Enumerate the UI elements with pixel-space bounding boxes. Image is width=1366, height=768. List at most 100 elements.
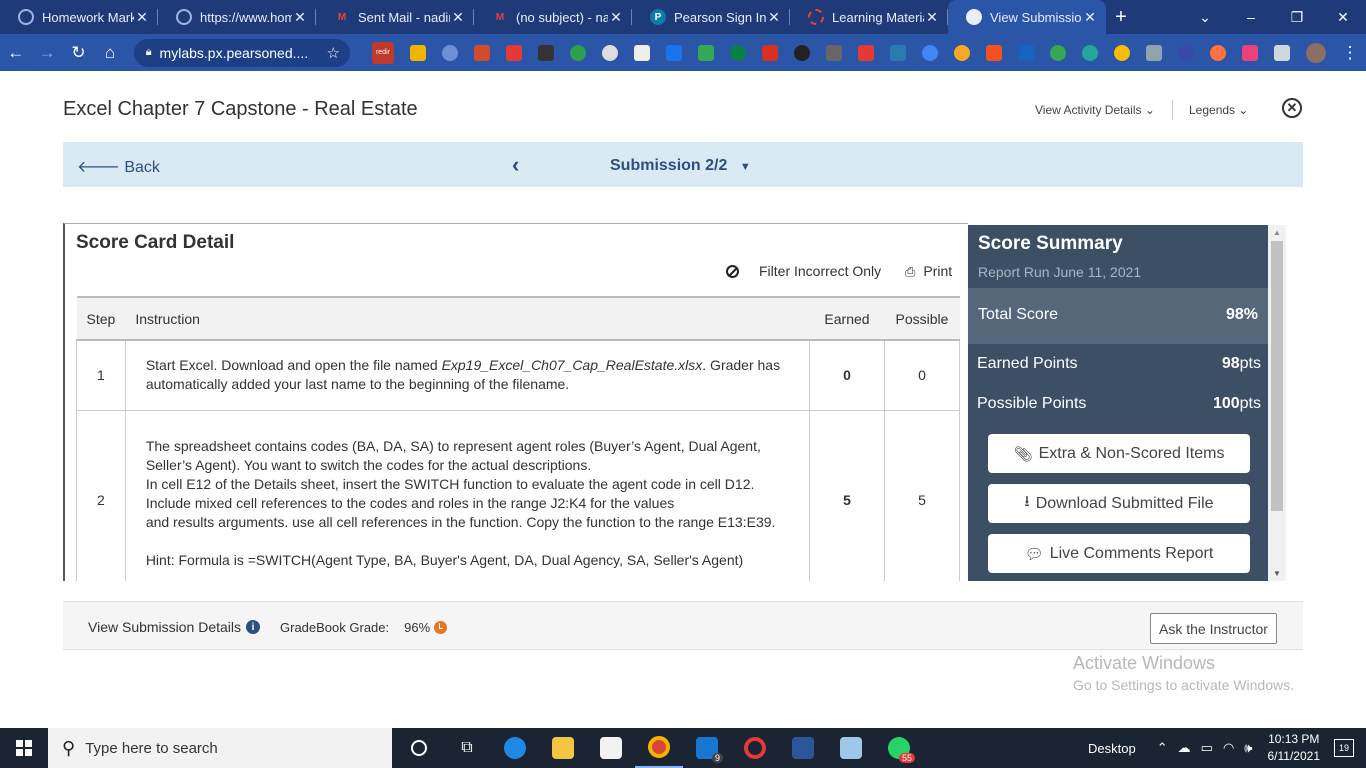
close-icon[interactable]: ✕	[292, 9, 308, 26]
close-icon[interactable]: ✕	[450, 9, 466, 26]
system-clock[interactable]: 10:13 PM 6/11/2021	[1268, 731, 1321, 765]
tab-learning-material[interactable]: Learning Material ✕	[790, 0, 948, 34]
mail-icon[interactable]: 9	[683, 728, 731, 768]
avatar[interactable]	[1305, 42, 1326, 63]
notification-center-icon[interactable]: 19	[1334, 739, 1354, 757]
extension-icon[interactable]	[473, 44, 490, 61]
extension-icon[interactable]	[1049, 44, 1066, 61]
total-score-label: Total Score	[978, 306, 1059, 323]
puzzle-icon[interactable]	[1273, 44, 1290, 61]
minimize-icon[interactable]: –	[1228, 9, 1274, 25]
menu-dots-icon[interactable]: ⋮	[1334, 43, 1366, 63]
extension-icon[interactable]	[1145, 44, 1162, 61]
close-icon[interactable]: ✕	[766, 9, 782, 26]
extra-non-scored-items-button[interactable]: 📎︎ Extra & Non-Scored Items	[988, 434, 1250, 473]
close-icon[interactable]: ✕	[924, 9, 940, 26]
extension-icon[interactable]	[793, 44, 810, 61]
extension-icon[interactable]	[921, 44, 938, 61]
tab-homework-market[interactable]: Homework Marke ✕	[0, 0, 158, 34]
desktop-toolbar[interactable]: Desktop	[1088, 741, 1136, 756]
notepad-icon[interactable]	[827, 728, 875, 768]
print-button[interactable]: ⎙ Print	[905, 263, 952, 280]
live-comments-report-button[interactable]: 💬︎ Live Comments Report	[988, 534, 1250, 573]
restore-icon[interactable]: ❐	[1274, 9, 1320, 26]
extension-icon[interactable]	[857, 44, 874, 61]
ask-the-instructor-button[interactable]: Ask the Instructor	[1150, 613, 1277, 644]
tab-view-submission[interactable]: View Submission ✕	[948, 0, 1106, 34]
scroll-down-icon[interactable]: ▼	[1273, 569, 1281, 578]
extension-icon[interactable]	[761, 44, 778, 61]
whatsapp-icon[interactable]: 55	[875, 728, 923, 768]
reload-icon[interactable]: ↻	[63, 43, 94, 63]
extension-icon[interactable]	[409, 44, 426, 61]
extension-icon[interactable]	[889, 44, 906, 61]
start-button[interactable]	[0, 728, 48, 768]
extension-icon[interactable]	[1081, 44, 1098, 61]
new-tab-button[interactable]: +	[1106, 6, 1136, 29]
tab-pearson-sign-in[interactable]: P Pearson Sign In ✕	[632, 0, 790, 34]
globe-icon	[18, 9, 34, 25]
extension-icon[interactable]	[1209, 44, 1226, 61]
wifi-icon[interactable]: ◠	[1223, 740, 1234, 756]
extension-icon[interactable]: redir	[371, 41, 394, 64]
close-icon[interactable]: ✕	[1082, 9, 1098, 26]
close-icon[interactable]: ✕	[1282, 98, 1302, 118]
cortana-icon[interactable]	[395, 728, 443, 768]
onedrive-icon[interactable]: ☁	[1178, 740, 1191, 756]
forward-arrow-icon[interactable]: →	[31, 43, 62, 63]
extension-icon[interactable]	[569, 44, 586, 61]
chevron-up-icon[interactable]: ⌃	[1157, 740, 1168, 756]
windows-logo-icon	[16, 740, 32, 756]
view-submission-details-link[interactable]: View Submission Details i	[88, 619, 261, 635]
clock-icon[interactable]	[434, 621, 448, 634]
tab-no-subject[interactable]: M (no subject) - nad ✕	[474, 0, 632, 34]
extension-icon[interactable]	[601, 44, 618, 61]
extension-icon[interactable]	[1241, 44, 1258, 61]
store-icon[interactable]	[587, 728, 635, 768]
word-icon[interactable]	[779, 728, 827, 768]
task-view-icon[interactable]: ⧉	[443, 728, 491, 768]
extension-icon[interactable]	[505, 44, 522, 61]
back-button[interactable]: 🡐 Back	[77, 156, 160, 177]
info-icon[interactable]: i	[246, 620, 261, 634]
extension-icon[interactable]	[953, 44, 970, 61]
home-icon[interactable]: ⌂	[94, 43, 125, 63]
view-activity-details-dropdown[interactable]: View Activity Details ⌄	[1035, 103, 1155, 117]
extension-icon[interactable]	[633, 44, 650, 61]
scrollbar[interactable]: ▲ ▼	[1268, 225, 1286, 581]
edge-icon[interactable]	[491, 728, 539, 768]
close-icon[interactable]: ✕	[134, 9, 150, 26]
scroll-up-icon[interactable]: ▲	[1273, 228, 1281, 237]
scrollbar-thumb[interactable]	[1271, 241, 1283, 511]
previous-submission-chevron-icon[interactable]: ‹	[512, 152, 519, 178]
tab-sent-mail[interactable]: M Sent Mail - nadirh ✕	[316, 0, 474, 34]
file-explorer-icon[interactable]	[539, 728, 587, 768]
extension-icon[interactable]	[1113, 44, 1130, 61]
volume-icon[interactable]: 🕪︎	[1244, 740, 1252, 756]
taskbar-search[interactable]: ⚲ Type here to search	[48, 728, 392, 768]
extension-icon[interactable]	[985, 44, 1002, 61]
address-bar[interactable]: 🔒︎ mylabs.px.pearsoned.... ☆	[133, 38, 350, 67]
filter-incorrect-toggle[interactable]: Filter Incorrect Only	[726, 263, 881, 279]
extension-icon[interactable]	[729, 44, 746, 61]
battery-icon[interactable]: ▭	[1201, 740, 1213, 756]
extension-icon[interactable]	[537, 44, 554, 61]
legends-dropdown[interactable]: Legends ⌄	[1189, 103, 1248, 117]
download-submitted-file-button[interactable]: ⭳ Download Submitted File	[988, 484, 1250, 523]
close-window-icon[interactable]: ✕	[1320, 9, 1366, 26]
profile-dropdown-icon[interactable]: ⌄	[1182, 9, 1228, 26]
opera-icon[interactable]	[731, 728, 779, 768]
extension-icon[interactable]	[1017, 44, 1034, 61]
close-icon[interactable]: ✕	[608, 9, 624, 26]
extension-icon[interactable]	[697, 44, 714, 61]
bookmark-star-icon[interactable]: ☆	[327, 44, 340, 62]
submission-selector[interactable]: Submission 2/2 ▼	[610, 157, 751, 175]
chrome-icon[interactable]	[635, 728, 683, 768]
tab-homework-url[interactable]: https://www.hom ✕	[158, 0, 316, 34]
extension-icon[interactable]	[825, 44, 842, 61]
hint-text: Hint: Formula is =SWITCH(Agent Type, BA,…	[145, 551, 744, 568]
back-arrow-icon[interactable]: ←	[0, 43, 31, 63]
extension-icon[interactable]	[665, 44, 682, 61]
extension-icon[interactable]	[1177, 44, 1194, 61]
extension-icon[interactable]	[441, 44, 458, 61]
